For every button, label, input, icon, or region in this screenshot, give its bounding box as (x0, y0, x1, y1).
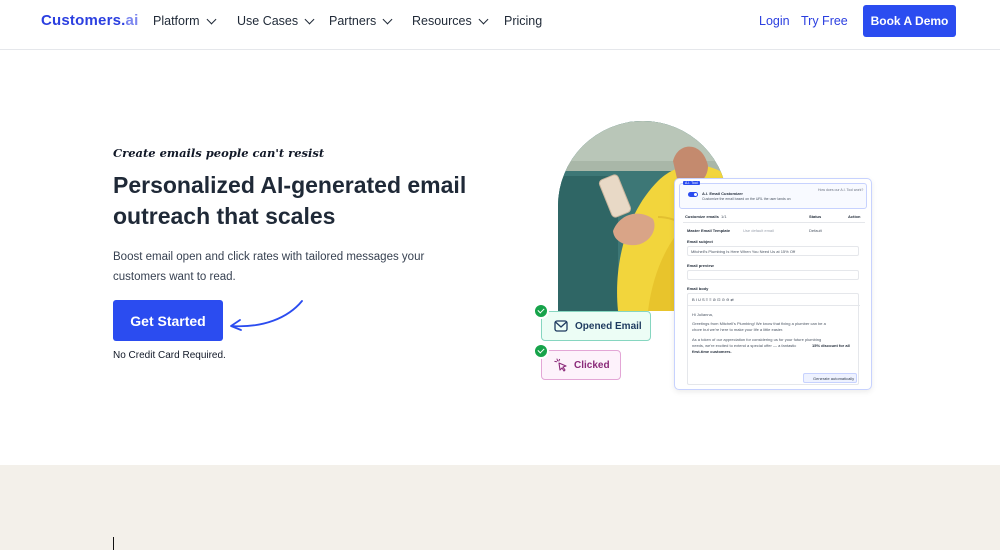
status-header: Status (809, 214, 822, 219)
body-line: Greetings from Mitchell's Plumbing! We k… (692, 321, 826, 326)
opened-email-label: Opened Email (575, 320, 642, 332)
action-header: Action (848, 214, 861, 219)
customize-emails-header: Customize emails (685, 214, 719, 219)
clicked-label: Clicked (574, 359, 610, 371)
email-body-editor[interactable]: B I U S ≡ ≡ ⊘ ⊡ ⊙ ⊖ ⇄ Hi Julianna, Greet… (687, 293, 860, 385)
body-line: first-time customers. (692, 349, 732, 354)
chevron-down-icon (382, 14, 393, 24)
email-subject-value: Mitchell's Plumbing Is Here When You Nee… (691, 249, 796, 254)
divider (683, 222, 865, 223)
chevron-down-icon (304, 14, 315, 24)
hero-subtext: Boost email open and click rates with ta… (113, 251, 425, 283)
hero-headline: Personalized AI-generated email outreach… (113, 172, 467, 229)
ai-customizer-box: A.I. Tool A.I. Email Customizer Customiz… (679, 181, 867, 209)
nav-partners-label: Partners (329, 14, 377, 28)
check-icon (533, 303, 549, 319)
nav-pricing[interactable]: Pricing (504, 14, 542, 28)
nav-partners[interactable]: Partners (329, 14, 393, 28)
generate-label: Generate automatically (813, 376, 855, 381)
try-free-link[interactable]: Try Free (801, 14, 848, 28)
hero-tagline: Create emails people can't resist (113, 146, 325, 160)
opened-email-badge: Opened Email (541, 311, 651, 341)
how-it-works-link[interactable]: How does our A.I. Tool work? (818, 188, 863, 192)
get-started-button[interactable]: Get Started (113, 300, 223, 341)
next-section-background (0, 465, 1000, 550)
body-line: needs, we're excited to extend a special… (692, 343, 797, 348)
customize-emails-count: 1/1 (721, 214, 727, 219)
template-note: Use default email (743, 228, 774, 233)
nav-use-cases-label: Use Cases (237, 14, 299, 28)
template-status: Default (809, 228, 822, 233)
body-line: As a token of our appreciation for consi… (692, 337, 822, 342)
no-credit-card-note: No Credit Card Required. (113, 350, 226, 361)
logo-text: Customers. (41, 12, 126, 29)
check-icon (533, 343, 549, 359)
nav-platform[interactable]: Platform (153, 14, 216, 28)
email-subject-label: Email subject (687, 239, 713, 244)
nav-use-cases[interactable]: Use Cases (237, 14, 315, 28)
envelope-icon (554, 320, 568, 332)
ai-customizer-toggle[interactable] (688, 192, 698, 197)
email-body-label: Email body (687, 286, 709, 291)
nav-pricing-label: Pricing (504, 14, 543, 28)
template-name[interactable]: Master Email Template (687, 228, 730, 233)
nav-resources-label: Resources (412, 14, 472, 28)
chevron-down-icon (206, 14, 216, 24)
clicked-badge: Clicked (541, 350, 621, 380)
email-subject-field[interactable]: Mitchell's Plumbing Is Here When You Nee… (687, 246, 859, 256)
email-preview-label: Email preview (687, 263, 714, 268)
book-demo-button[interactable]: Book A Demo (863, 5, 956, 37)
email-preview-field[interactable] (687, 270, 859, 280)
email-editor-panel: A.I. Tool A.I. Email Customizer Customiz… (674, 178, 872, 390)
top-navbar: Customers.ai Platform Use Cases Partners… (0, 0, 1000, 50)
body-line: Hi Julianna, (692, 312, 713, 317)
logo-ai-text: ai (125, 12, 139, 29)
text-cursor (113, 537, 114, 550)
body-line: chore but we're here to make your life a… (692, 327, 784, 332)
editor-toolbar[interactable]: B I U S ≡ ≡ ⊘ ⊡ ⊙ ⊖ ⇄ (692, 297, 734, 302)
chevron-down-icon (478, 14, 489, 24)
generate-automatically-button[interactable]: Generate automatically (803, 373, 857, 383)
nav-platform-label: Platform (153, 14, 200, 28)
body-line-bold: 15% discount for all (812, 343, 850, 348)
ai-customizer-desc: Customize the email based on the URL the… (702, 197, 791, 201)
cursor-click-icon (554, 358, 567, 372)
toolbar-divider (688, 305, 860, 306)
curved-arrow-icon (230, 300, 303, 331)
nav-resources[interactable]: Resources (412, 14, 489, 28)
ai-tool-tag: A.I. Tool (683, 181, 700, 185)
logo[interactable]: Customers.ai (41, 12, 138, 29)
login-link[interactable]: Login (759, 14, 790, 28)
ai-customizer-title: A.I. Email Customizer (702, 191, 743, 196)
